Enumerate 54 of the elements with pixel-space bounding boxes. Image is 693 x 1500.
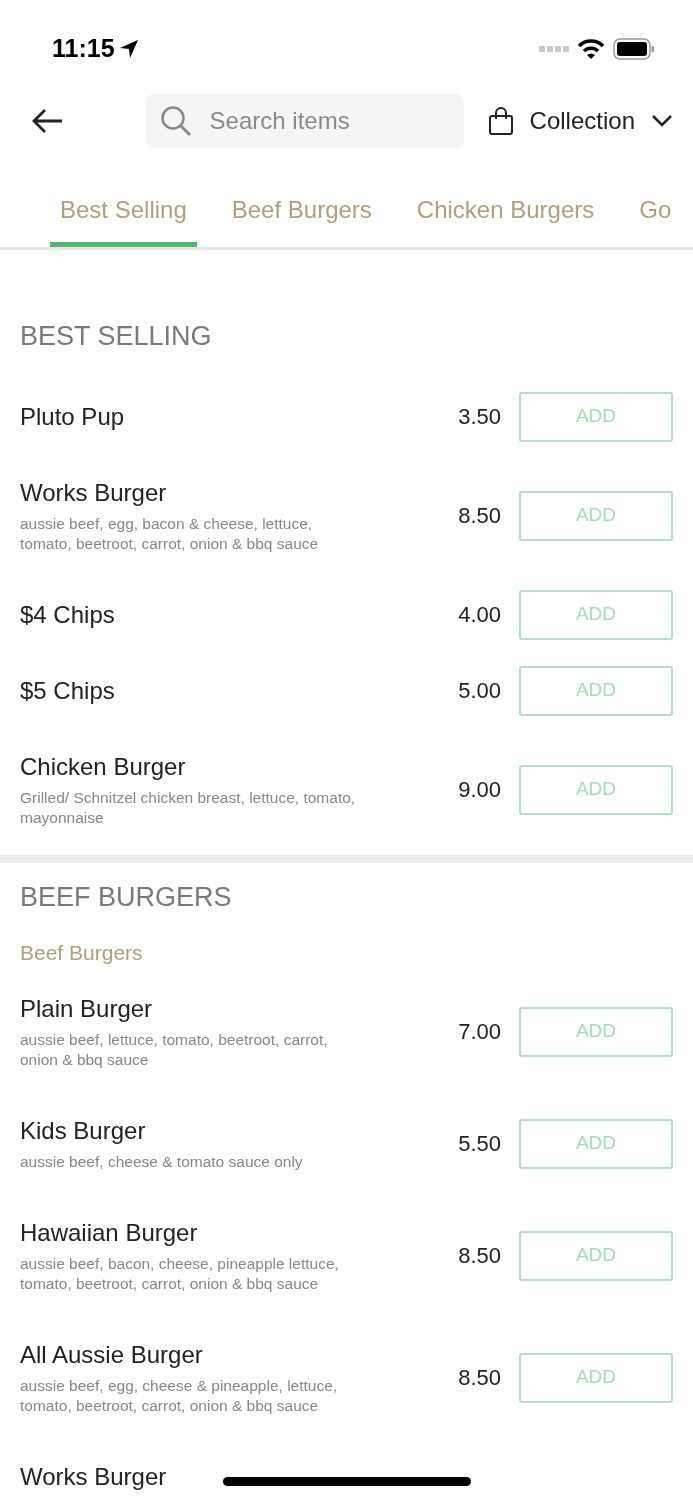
item-name: Plain Burger bbox=[20, 993, 153, 1024]
item-price: 9.00 bbox=[458, 776, 501, 804]
bag-icon bbox=[487, 106, 514, 136]
item-price: 5.50 bbox=[458, 1130, 501, 1158]
item-name: $4 Chips bbox=[20, 599, 115, 630]
order-mode-dropdown[interactable]: Collection bbox=[487, 103, 673, 139]
item-price: 8.50 bbox=[458, 1242, 501, 1270]
item-description: Grilled/ Schnitzel chicken breast, lettuce, tomato, mayonnaise bbox=[20, 787, 357, 828]
status-time: 11:15 bbox=[52, 32, 115, 64]
add-button[interactable]: ADD bbox=[519, 1006, 673, 1057]
item-description: aussie beef, lettuce, tomato, beetroot, carrot, onion & bbq sauce bbox=[20, 1029, 329, 1070]
item-price: 8.50 bbox=[458, 1364, 501, 1392]
category-tab[interactable]: Best Selling bbox=[50, 167, 197, 247]
item-name: All Aussie Burger bbox=[20, 1339, 203, 1370]
item-name: Hawaiian Burger bbox=[20, 1217, 198, 1248]
add-button[interactable]: ADD bbox=[519, 1352, 673, 1403]
item-price: 4.00 bbox=[458, 601, 501, 629]
item-description: aussie beef, cheese & tomato sauce only bbox=[20, 1151, 304, 1172]
category-subheading: Beef Burgers bbox=[20, 940, 144, 966]
chevron-down-icon bbox=[651, 114, 673, 128]
add-button[interactable]: ADD bbox=[519, 589, 673, 640]
item-price: 8.50 bbox=[458, 502, 501, 530]
item-description: aussie beef, egg, cheese & pineapple, lettuce, tomato, beetroot, carrot, onion & bbq sauce bbox=[20, 1375, 339, 1416]
search-icon bbox=[159, 105, 192, 137]
item-name: Pluto Pup bbox=[20, 401, 125, 432]
item-name: Chicken Burger bbox=[20, 751, 186, 782]
item-price: 3.50 bbox=[458, 403, 501, 431]
section-heading: BEEF BURGERS bbox=[20, 880, 233, 914]
item-name: Works Burger bbox=[20, 477, 167, 508]
add-button[interactable]: ADD bbox=[519, 1118, 673, 1169]
back-arrow-icon bbox=[30, 107, 64, 135]
wifi-icon bbox=[577, 37, 605, 60]
battery-icon bbox=[613, 37, 655, 60]
back-button[interactable] bbox=[30, 107, 64, 135]
location-arrow-icon bbox=[118, 38, 139, 59]
category-tab[interactable]: Go bbox=[629, 167, 682, 247]
add-button[interactable]: ADD bbox=[519, 665, 673, 716]
search-field[interactable]: Search items bbox=[145, 94, 464, 148]
add-button[interactable]: ADD bbox=[519, 764, 673, 815]
search-input[interactable]: Search items bbox=[207, 102, 448, 140]
category-tab[interactable]: Beef Burgers bbox=[221, 167, 382, 247]
add-button[interactable]: ADD bbox=[519, 490, 673, 541]
item-description: aussie beef, egg, bacon & cheese, lettuce, tomato, beetroot, carrot, onion & bbq sauce bbox=[20, 513, 320, 554]
add-button[interactable]: ADD bbox=[519, 1230, 673, 1281]
item-price: 7.00 bbox=[458, 1018, 501, 1046]
item-name: Kids Burger bbox=[20, 1115, 146, 1146]
item-price: 5.00 bbox=[458, 677, 501, 705]
item-name: Works Burger bbox=[20, 1461, 167, 1492]
signal-icon bbox=[539, 44, 569, 53]
item-name: $5 Chips bbox=[20, 675, 115, 706]
add-button[interactable]: ADD bbox=[519, 391, 673, 442]
item-description: aussie beef, bacon, cheese, pineapple lettuce, tomato, beetroot, carrot, onion & bbq sauce bbox=[20, 1253, 340, 1294]
category-tab[interactable]: Chicken Burgers bbox=[406, 167, 605, 247]
section-heading: BEST SELLING bbox=[20, 320, 213, 353]
